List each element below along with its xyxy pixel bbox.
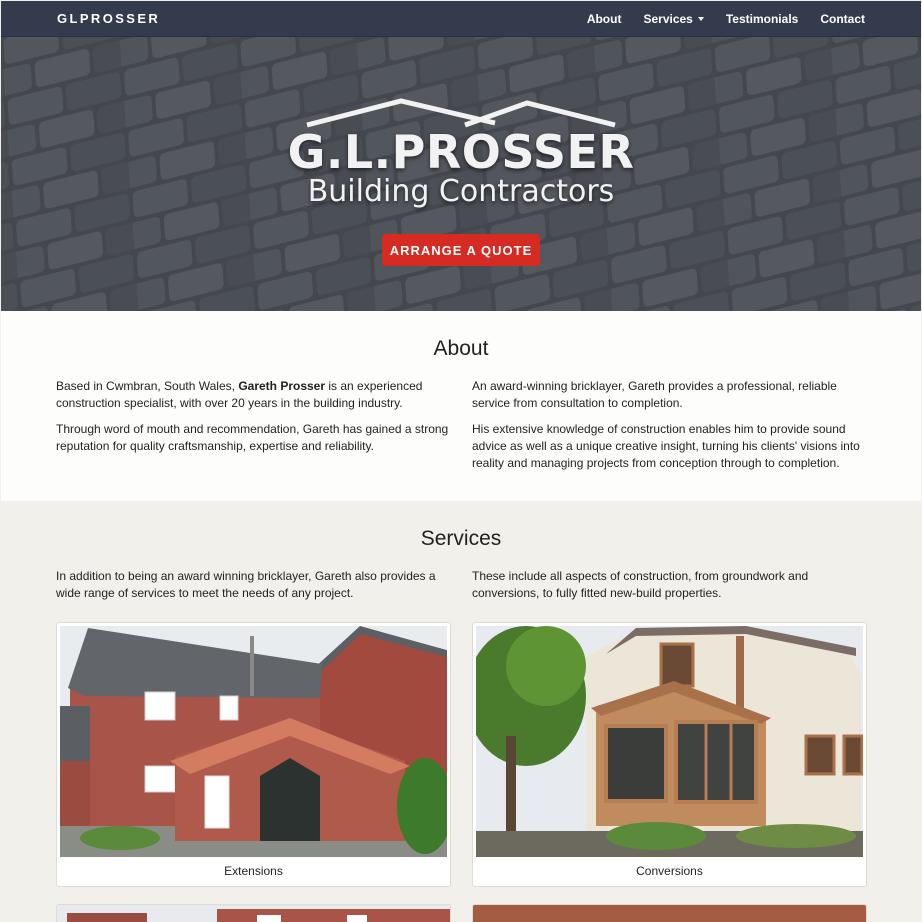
arrange-quote-button[interactable]: ARRANGE A QUOTE (382, 234, 540, 266)
navbar: GLPROSSER About Services Testimonials Co… (1, 1, 921, 37)
owner-name: Gareth Prosser (238, 379, 326, 393)
about-left-paragraph-2: Through word of mouth and recommendation… (56, 422, 449, 453)
service-card-extensions-label: Extensions (224, 864, 283, 878)
nav-link-about[interactable]: About (587, 12, 622, 26)
about-section: About Based in Cwmbran, South Wales, Gar… (1, 311, 921, 501)
about-title: About (433, 337, 489, 360)
service-card-partial-right[interactable] (472, 904, 867, 922)
hero-title: G.L.PROSSER (287, 125, 635, 179)
hero-banner: G.L.PROSSER Building Contractors ARRANGE… (1, 37, 921, 311)
about-right-column: An award-winning bricklayer, Gareth prov… (472, 378, 872, 481)
services-right-intro: These include all aspects of constructio… (472, 569, 809, 600)
about-left-column: Based in Cwmbran, South Wales, Gareth Pr… (56, 378, 456, 464)
service-card-conversions[interactable]: Conversions (472, 622, 867, 887)
services-left-intro: In addition to being an award winning br… (56, 569, 436, 600)
conversions-image (476, 626, 863, 857)
services-section: Services In addition to being an award w… (1, 501, 921, 922)
about-left-paragraph-1: Based in Cwmbran, South Wales, Gareth Pr… (56, 379, 423, 410)
about-right-paragraph-1: An award-winning bricklayer, Gareth prov… (472, 379, 837, 410)
nav-link-contact[interactable]: Contact (820, 12, 865, 26)
service-card-extensions[interactable]: Extensions (56, 622, 451, 887)
services-title: Services (420, 527, 502, 550)
nav-link-services-label: Services (643, 11, 693, 26)
nav-menu: About Services Testimonials Contact (587, 12, 865, 26)
about-right-paragraph-2: His extensive knowledge of construction … (472, 422, 860, 470)
partial-brick-image (473, 905, 866, 922)
brand-logo[interactable]: GLPROSSER (57, 11, 160, 26)
service-card-partial-left[interactable] (56, 904, 451, 922)
hero-logo: G.L.PROSSER Building Contractors (1, 95, 921, 209)
service-card-conversions-label: Conversions (636, 864, 703, 878)
caret-down-icon (697, 17, 704, 22)
partial-house-image (57, 905, 450, 922)
extensions-image (60, 626, 447, 857)
roof-logo-icon (306, 98, 616, 128)
nav-link-services[interactable]: Services (643, 11, 704, 26)
nav-link-testimonials[interactable]: Testimonials (726, 12, 798, 26)
hero-subtitle: Building Contractors (307, 174, 615, 209)
